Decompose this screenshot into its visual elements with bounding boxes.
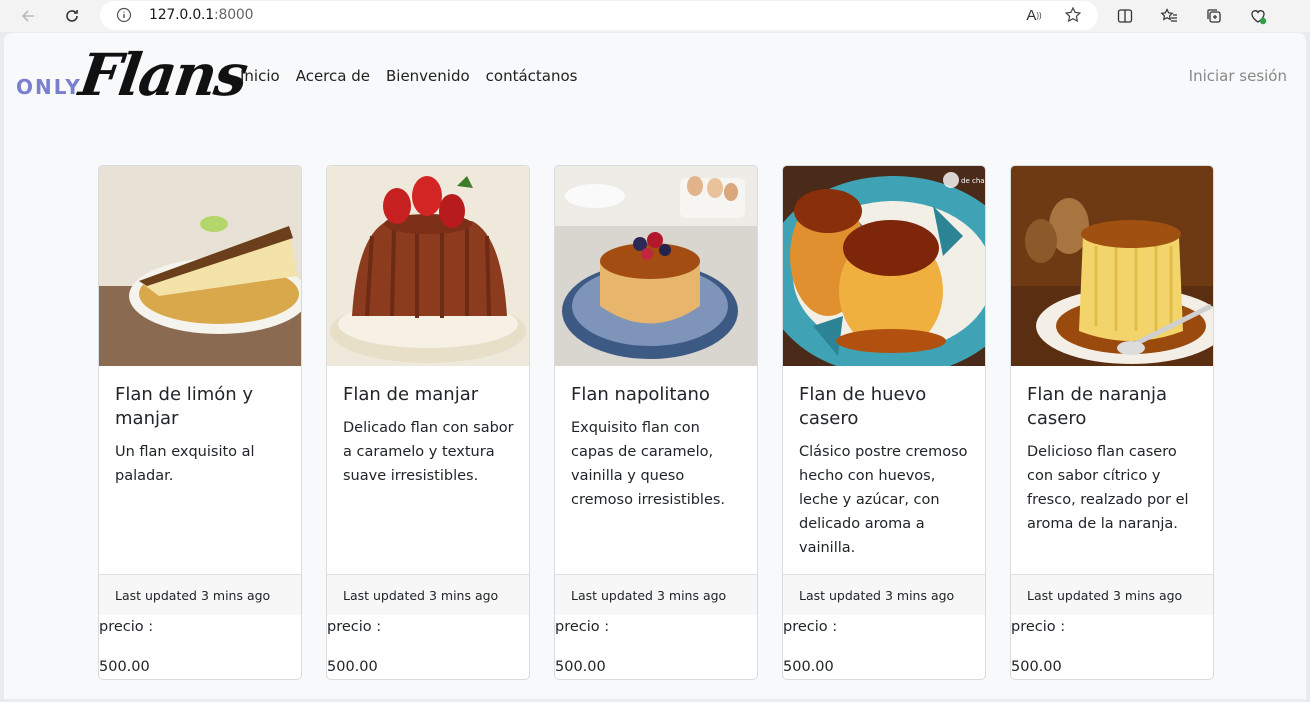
refresh-icon[interactable] [60,4,84,28]
card-title: Flan de manjar [343,384,479,405]
nav-contactanos[interactable]: contáctanos [486,67,578,85]
price-value: 500.00 [99,659,150,675]
card-text: Clásico postre cremoso hecho con huevos,… [799,444,968,556]
price-label: precio : [555,619,610,635]
product-card: Flan de manjar Delicado flan con sabor a… [326,165,530,680]
last-updated-text: Last updated 3 mins ago [115,588,271,603]
card-footer: Last updated 3 mins ago [327,574,529,615]
card-title: Flan de huevo casero [799,384,927,429]
price-value: 500.00 [783,659,834,675]
price-value: 500.00 [555,659,606,675]
last-updated-text: Last updated 3 mins ago [799,588,955,603]
favorite-star-icon[interactable] [1062,4,1084,26]
price-value: 500.00 [327,659,378,675]
card-footer: Last updated 3 mins ago [99,574,301,615]
read-aloud-icon[interactable]: A)) [1023,4,1045,26]
logo-only-text: ONLY [16,75,82,99]
flan-huevo-image: de chapete [783,166,985,366]
nav-inicio[interactable]: Inicio [240,67,280,85]
card-text: Delicado flan con sabor a caramelo y tex… [343,420,514,484]
product-cards: Flan de limón y manjar Un flan exquisito… [98,165,1218,680]
page-content: ONLY Flans Inicio Acerca de Bienvenido c… [4,33,1306,699]
only-flans-logo[interactable]: ONLY Flans [16,41,250,109]
site-info-icon[interactable] [116,7,132,23]
price-label: precio : [1011,619,1066,635]
last-updated-text: Last updated 3 mins ago [571,588,727,603]
product-card: Flan de naranja casero Delicioso flan ca… [1010,165,1214,680]
card-footer: Last updated 3 mins ago [555,574,757,615]
price-label: precio : [783,619,838,635]
logo-flans-text: Flans [75,41,251,109]
nav-acerca-de[interactable]: Acerca de [296,67,370,85]
back-icon[interactable] [16,4,40,28]
card-title: Flan de naranja casero [1027,384,1168,429]
login-link[interactable]: Iniciar sesión [1189,67,1287,85]
url-text: 127.0.0.1:8000 [149,7,254,23]
split-screen-icon[interactable] [1114,5,1136,27]
card-title: Flan de limón y manjar [115,384,254,429]
product-card: Flan napolitano Exquisito flan con capas… [554,165,758,680]
card-footer: Last updated 3 mins ago [1011,574,1213,615]
nav-bienvenido[interactable]: Bienvenido [386,67,470,85]
flan-limon-image [99,166,301,366]
watermark-text: de chapete [961,177,985,185]
price-label: precio : [99,619,154,635]
price-label: precio : [327,619,382,635]
browser-essentials-icon[interactable] [1247,5,1269,27]
price-value: 500.00 [1011,659,1062,675]
card-text: Delicioso flan casero con sabor cítrico … [1027,444,1189,532]
card-title: Flan napolitano [571,384,710,405]
flan-naranja-image [1011,166,1213,366]
card-footer: Last updated 3 mins ago [783,574,985,615]
card-text: Un flan exquisito al paladar. [115,444,255,484]
favorites-icon[interactable] [1158,5,1180,27]
browser-toolbar: 127.0.0.1:8000 A)) [0,0,1310,32]
last-updated-text: Last updated 3 mins ago [343,588,499,603]
flan-manjar-image [327,166,529,366]
nav-links: Inicio Acerca de Bienvenido contáctanos [240,67,577,85]
navbar: ONLY Flans Inicio Acerca de Bienvenido c… [4,33,1306,123]
address-bar[interactable]: 127.0.0.1:8000 A)) [100,1,1098,30]
card-text: Exquisito flan con capas de caramelo, va… [571,420,726,508]
product-card: Flan de limón y manjar Un flan exquisito… [98,165,302,680]
product-card: de chapete Flan de huevo casero Clásico … [782,165,986,680]
flan-napolitano-image [555,166,757,366]
last-updated-text: Last updated 3 mins ago [1027,588,1183,603]
collections-icon[interactable] [1203,5,1225,27]
